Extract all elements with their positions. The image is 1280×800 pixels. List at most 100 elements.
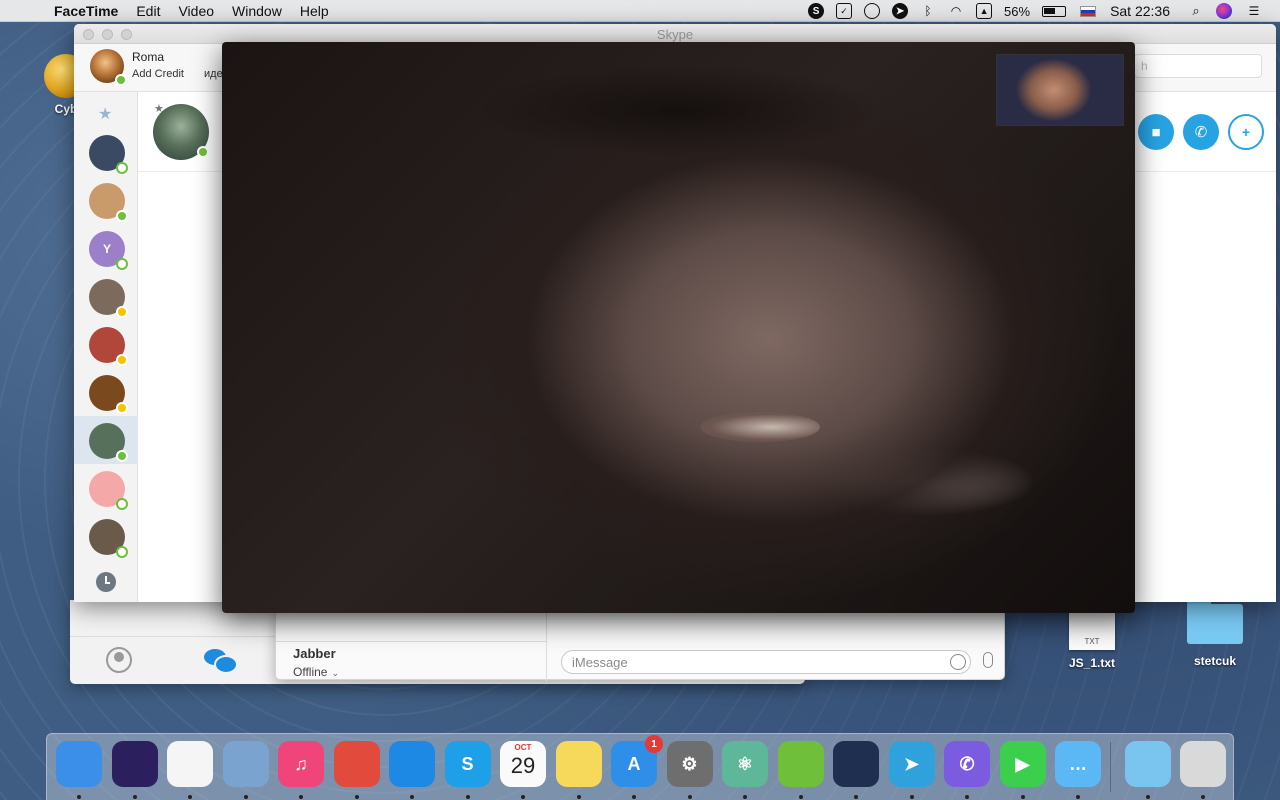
- check-circle-icon[interactable]: ✓: [836, 3, 853, 19]
- contact-avatar-1[interactable]: [89, 135, 128, 174]
- account-name: Jabber: [293, 646, 336, 661]
- chevron-down-icon: ⌄: [331, 668, 340, 678]
- offline-status-icon: [116, 258, 128, 270]
- dock-trash-icon[interactable]: [1180, 741, 1226, 787]
- dock-finder-icon[interactable]: [56, 741, 102, 787]
- menu-app-name[interactable]: FaceTime: [54, 3, 118, 19]
- imessage-input[interactable]: [561, 650, 971, 674]
- contact-avatar-7[interactable]: [89, 423, 128, 462]
- menu-window[interactable]: Window: [232, 3, 282, 19]
- running-indicator: [77, 795, 81, 799]
- contact-avatar-5[interactable]: [89, 327, 128, 366]
- skype-search-input[interactable]: h: [1134, 54, 1262, 78]
- menu-edit[interactable]: Edit: [136, 3, 160, 19]
- airplay-icon[interactable]: ▲: [976, 3, 993, 19]
- dock-xcode-like-icon[interactable]: [833, 741, 879, 787]
- add-participant-button[interactable]: +: [1228, 114, 1264, 150]
- pane-divider: [546, 611, 547, 681]
- dock-chrome-icon[interactable]: [333, 741, 380, 787]
- chat-ring-icon[interactable]: [864, 3, 881, 19]
- wifi-icon[interactable]: ◠: [948, 3, 964, 19]
- menu-video[interactable]: Video: [178, 3, 214, 19]
- messages-conversation: Jabber Offline ⌄: [275, 610, 1005, 681]
- running-indicator: [1020, 795, 1025, 799]
- contact-avatar-4[interactable]: [89, 279, 128, 318]
- profile-avatar[interactable]: [90, 49, 127, 86]
- contact-avatar-6[interactable]: [89, 375, 128, 414]
- contacts-tab-icon[interactable]: [106, 647, 132, 673]
- favorites-star-icon[interactable]: ★: [98, 104, 112, 124]
- dock-safari-icon[interactable]: [389, 741, 435, 787]
- running-indicator: [576, 795, 581, 799]
- bluetooth-icon[interactable]: ᛒ: [920, 3, 936, 19]
- add-credit-link[interactable]: Add Credit: [132, 68, 184, 80]
- dock-viber-icon[interactable]: ✆: [944, 741, 990, 787]
- menu-help[interactable]: Help: [300, 3, 329, 19]
- dock-calendar-icon[interactable]: OCT 29: [500, 741, 546, 787]
- running-indicator: [465, 795, 470, 799]
- contact-avatar-8[interactable]: [89, 471, 128, 510]
- skype-contacts-rail: ★ Y: [74, 92, 138, 602]
- messages-tab-bar: [70, 636, 275, 684]
- clock[interactable]: Sat 22:36: [1110, 3, 1170, 19]
- profile-name[interactable]: Roma: [132, 50, 164, 64]
- self-view-thumbnail[interactable]: [996, 54, 1124, 126]
- video-call-button[interactable]: ■: [1138, 114, 1174, 150]
- dock-separator: [1110, 742, 1111, 792]
- offline-status-icon: [116, 162, 128, 174]
- dock-messages-icon[interactable]: …: [1055, 741, 1101, 787]
- dock-photos-icon[interactable]: [167, 741, 213, 787]
- remote-video-detail: [700, 412, 820, 442]
- dock-downloads-folder-icon[interactable]: [1124, 741, 1171, 787]
- dock-telegram-icon[interactable]: ➤: [888, 741, 935, 787]
- siri-icon[interactable]: [1216, 3, 1232, 19]
- dock-facetime-icon[interactable]: ▶: [999, 741, 1046, 787]
- desktop-folder[interactable]: stetcuk: [1180, 598, 1250, 668]
- dock-skype-icon[interactable]: S: [444, 741, 491, 787]
- dock: ♫ S OCT 29 A 1 ⚙ ⚛ ➤ ✆ ▶…: [46, 733, 1234, 800]
- dock-system-preferences-icon[interactable]: ⚙: [666, 741, 713, 787]
- notification-list-icon[interactable]: ☰: [1246, 3, 1262, 19]
- favorite-star-icon[interactable]: ★: [154, 102, 164, 115]
- contact-initial: Y: [102, 242, 111, 256]
- dock-itunes-icon[interactable]: ♫: [278, 741, 324, 787]
- mood-message[interactable]: иде: [204, 68, 223, 80]
- battery-percent[interactable]: 56%: [1004, 4, 1030, 19]
- offline-status-icon: [116, 546, 128, 558]
- dock-notes-icon[interactable]: [555, 741, 602, 787]
- facetime-video-window[interactable]: [222, 42, 1135, 613]
- skype-window-title: Skype: [656, 27, 694, 42]
- online-status-icon: [116, 450, 128, 462]
- recent-history-clock-icon[interactable]: [96, 572, 116, 592]
- running-indicator: [798, 795, 803, 799]
- battery-icon[interactable]: [1042, 5, 1067, 17]
- running-indicator: [354, 795, 359, 799]
- voice-call-button[interactable]: ✆: [1183, 114, 1219, 150]
- dock-app-glyph: A: [627, 753, 641, 774]
- microphone-icon[interactable]: [983, 652, 993, 668]
- telegram-status-icon[interactable]: ➤: [892, 3, 909, 19]
- account-status-label: Offline: [293, 665, 328, 679]
- online-status-icon: [115, 74, 127, 86]
- dock-leaf-app-icon[interactable]: [777, 741, 824, 787]
- away-status-icon: [116, 354, 128, 366]
- chats-tab-icon[interactable]: [204, 649, 238, 674]
- dock-siri-icon[interactable]: [111, 741, 158, 787]
- dock-app-store-icon[interactable]: A1: [611, 735, 663, 787]
- running-indicator: [965, 795, 969, 799]
- contact-avatar-3[interactable]: Y: [89, 231, 128, 270]
- running-indicator: [243, 795, 248, 799]
- dock-preview-icon[interactable]: [222, 741, 269, 787]
- spotlight-search-icon[interactable]: ⌕: [1188, 3, 1204, 19]
- running-indicator: [687, 795, 692, 799]
- contact-avatar-9[interactable]: [89, 519, 128, 558]
- emoji-icon[interactable]: [950, 654, 966, 670]
- running-indicator: [854, 795, 858, 799]
- skype-status-icon[interactable]: S: [808, 3, 825, 19]
- dock-atom-icon[interactable]: ⚛: [722, 741, 768, 787]
- account-status-dropdown[interactable]: Offline ⌄: [293, 665, 546, 679]
- offline-status-icon: [116, 498, 128, 510]
- running-indicator: [909, 795, 914, 799]
- contact-avatar-2[interactable]: [89, 183, 128, 222]
- input-source-flag-icon[interactable]: [1080, 5, 1097, 17]
